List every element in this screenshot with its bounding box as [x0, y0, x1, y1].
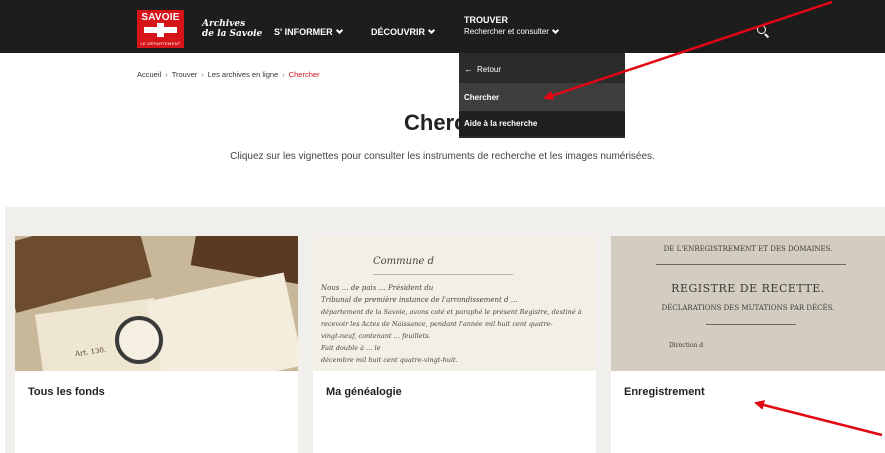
- trouver-dropdown-menu: ← Retour Chercher Aide à la recherche: [459, 53, 625, 138]
- card-title: Enregistrement: [624, 386, 705, 398]
- top-navigation-bar: SAVOIE LE DÉPARTEMENT Archives de la Sav…: [0, 0, 885, 53]
- card-ma-genealogie[interactable]: Commune d Nous … de paix … Président du …: [313, 236, 596, 453]
- dropdown-chercher-label: Chercher: [464, 92, 500, 102]
- breadcrumb-current: Chercher: [288, 70, 320, 79]
- logo-subtitle: LE DÉPARTEMENT: [140, 41, 181, 46]
- breadcrumb: Accueil › Trouver › Les archives en lign…: [137, 70, 320, 79]
- nav-trouver-sub-text: Rechercher et consulter: [464, 27, 549, 36]
- nav-decouvrir[interactable]: DÉCOUVRIR: [371, 26, 436, 37]
- dropdown-chercher-item[interactable]: Chercher: [459, 83, 625, 111]
- chevron-down-icon: [427, 26, 436, 35]
- search-handle: [764, 33, 770, 38]
- register-rule: [656, 264, 846, 265]
- dropdown-back-item[interactable]: ← Retour: [459, 55, 625, 83]
- register-line: DÉCLARATIONS DES MUTATIONS PAR DÉCÈS.: [661, 304, 835, 312]
- doc-line: recevoir les Actes de Naissance, pendant…: [321, 320, 553, 328]
- archives-brand[interactable]: Archives de la Savoie: [202, 19, 262, 39]
- register-line: Direction d: [669, 342, 704, 349]
- nav-trouver[interactable]: TROUVER Rechercher et consulter: [464, 15, 559, 36]
- doc-line: décembre mil huit cent quatre-vingt-huit…: [321, 356, 458, 364]
- doc-line: Tribunal de première instance de l'arron…: [321, 296, 518, 304]
- logo-cross-vertical: [157, 23, 164, 37]
- savoie-logo[interactable]: SAVOIE LE DÉPARTEMENT: [137, 10, 184, 48]
- nav-decouvrir-label: DÉCOUVRIR: [371, 27, 426, 37]
- register-rule: [706, 324, 796, 325]
- card-thumbnail-birth-register: Commune d Nous … de paix … Président du …: [313, 236, 596, 371]
- logo-word: SAVOIE: [141, 12, 180, 23]
- breadcrumb-trouver[interactable]: Trouver: [172, 70, 198, 79]
- brand-line-2: de la Savoie: [202, 29, 263, 39]
- doc-line: Nous … de paix … Président du: [321, 284, 434, 292]
- register-line: DE L'ENREGISTREMENT ET DES DOMAINES.: [663, 245, 833, 253]
- card-thumbnail-registre: DE L'ENREGISTREMENT ET DES DOMAINES. REG…: [611, 236, 885, 371]
- card-tous-les-fonds[interactable]: Art. 130. Tous les fonds: [15, 236, 298, 453]
- doc-line: département de la Savoie, avons coté et …: [321, 308, 582, 316]
- card-thumbnail-books: Art. 130.: [15, 236, 298, 371]
- nav-trouver-sublabel: Rechercher et consulter: [464, 26, 559, 36]
- magnifier-icon: [115, 316, 163, 364]
- breadcrumb-separator: ›: [282, 70, 285, 79]
- card-enregistrement[interactable]: DE L'ENREGISTREMENT ET DES DOMAINES. REG…: [611, 236, 885, 453]
- arrow-left-icon: ←: [464, 64, 473, 74]
- page-subtitle: Cliquez sur les vignettes pour consulter…: [230, 151, 655, 162]
- book-page-shape: [146, 272, 298, 371]
- breadcrumb-home[interactable]: Accueil: [137, 70, 161, 79]
- doc-line: vingt-neuf, contenant … feuillets.: [321, 332, 431, 340]
- nav-trouver-label: TROUVER: [464, 15, 509, 25]
- chevron-down-icon: [335, 26, 343, 35]
- card-title: Tous les fonds: [28, 386, 105, 398]
- dropdown-help-label: Aide à la recherche: [464, 119, 538, 128]
- doc-line: Fait double à … le: [321, 344, 381, 352]
- brand-line-1: Archives: [202, 19, 246, 29]
- nav-informer[interactable]: S' INFORMER: [274, 26, 343, 37]
- breadcrumb-separator: ›: [201, 70, 204, 79]
- doc-commune: Commune d: [373, 256, 435, 267]
- register-line: REGISTRE DE RECETTE.: [671, 282, 825, 295]
- breadcrumb-archives[interactable]: Les archives en ligne: [208, 70, 278, 79]
- chevron-down-icon: [551, 26, 559, 34]
- card-title: Ma généalogie: [326, 386, 402, 398]
- search-icon[interactable]: [757, 25, 770, 38]
- nav-informer-label: S' INFORMER: [274, 27, 333, 37]
- doc-rule: [373, 274, 513, 275]
- dropdown-help-item[interactable]: Aide à la recherche: [459, 111, 625, 136]
- page-title: Cherc: [404, 110, 467, 135]
- dropdown-back-label: Retour: [477, 64, 502, 74]
- breadcrumb-separator: ›: [165, 70, 168, 79]
